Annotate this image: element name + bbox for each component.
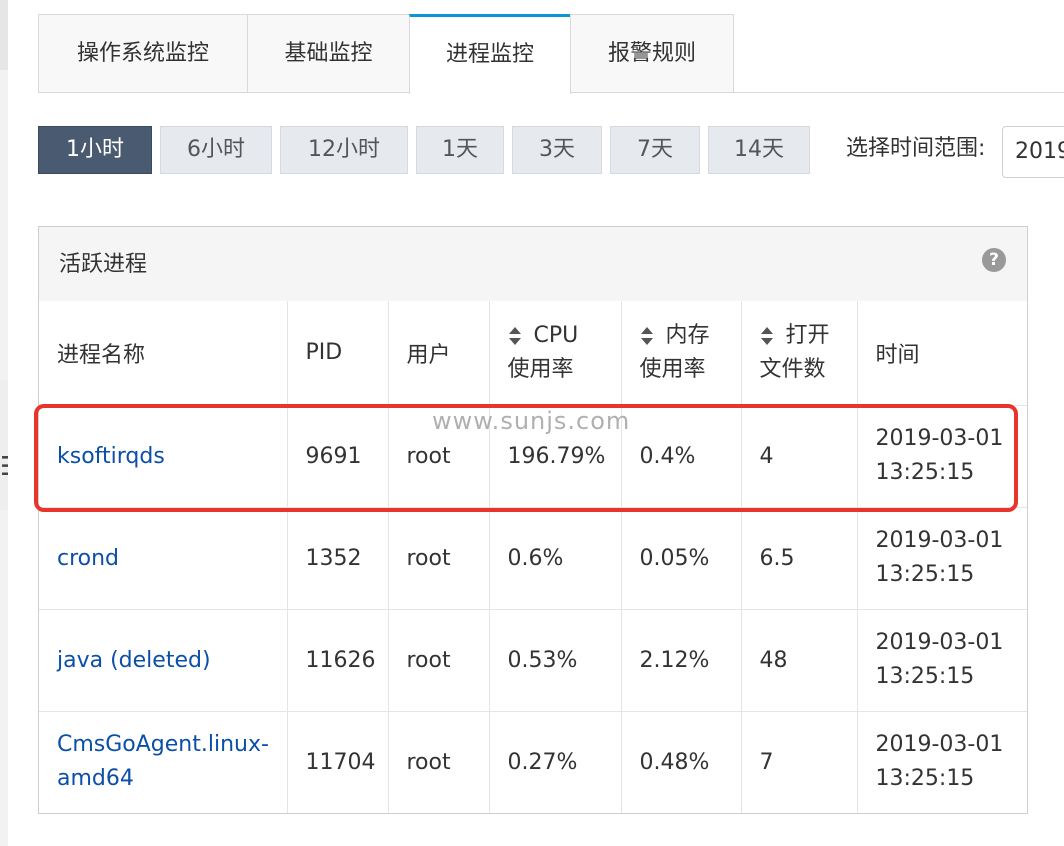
column-header-pid-label: PID	[305, 340, 343, 366]
process-date: 2019-03-01	[875, 630, 1004, 655]
process-cpu: 0.6%	[489, 507, 622, 610]
sort-icon[interactable]	[508, 326, 522, 346]
process-memory: 0.48%	[621, 711, 742, 813]
column-header-open-files-label: 打开	[785, 322, 830, 348]
process-clock: 13:25:15	[875, 766, 975, 792]
column-header-cpu-label-2: 使用率	[507, 356, 574, 382]
column-header-open-files-label-2: 文件数	[759, 356, 826, 382]
column-header-pid: PID	[287, 301, 389, 406]
time-button-14d[interactable]: 14天	[708, 126, 810, 174]
panel-title: 活跃进程	[59, 252, 148, 277]
column-header-name: 进程名称	[39, 301, 288, 406]
column-header-memory-label: 内存	[665, 322, 710, 348]
process-open-files: 48	[741, 609, 858, 712]
time-button-7d[interactable]: 7天	[610, 126, 700, 174]
process-date: 2019-03-01	[875, 732, 1004, 758]
sidebar-edge-block	[0, 0, 8, 70]
process-pid: 1352	[287, 507, 389, 610]
column-header-memory-label-2: 使用率	[639, 356, 706, 382]
watermark: www.sunjs.com	[432, 407, 631, 435]
process-pid: 11626	[287, 609, 389, 712]
time-button-3d[interactable]: 3天	[512, 126, 602, 174]
time-range-label: 选择时间范围:	[846, 136, 986, 161]
process-date: 2019-03-01	[875, 528, 1004, 553]
sort-icon[interactable]	[640, 326, 654, 346]
column-header-time-label: 时间	[875, 342, 920, 368]
process-user: root	[388, 609, 490, 712]
table-row: crond 1352 root 0.6% 0.05% 6.5 2019-03-0…	[39, 507, 1027, 610]
table-row: CmsGoAgent.linux-amd64 11704 root 0.27% …	[39, 711, 1027, 813]
sort-icon[interactable]	[760, 326, 774, 346]
process-memory: 2.12%	[621, 609, 742, 712]
process-pid: 11704	[287, 711, 389, 813]
time-button-1d[interactable]: 1天	[416, 126, 504, 174]
process-open-files: 6.5	[741, 507, 858, 610]
process-name-link[interactable]: CmsGoAgent.linux-amd64	[57, 732, 269, 791]
active-process-panel: 活跃进程 ? 进程名称 PID 用户 CPU 使用率 内存 使用率 打开 文件数…	[38, 226, 1028, 814]
process-table: 进程名称 PID 用户 CPU 使用率 内存 使用率 打开 文件数 时间 kso…	[39, 301, 1027, 813]
process-cpu: 0.53%	[489, 609, 622, 712]
process-memory: 0.05%	[621, 507, 742, 610]
sidebar-edge-block	[0, 380, 8, 510]
column-header-user: 用户	[388, 301, 490, 406]
column-header-memory[interactable]: 内存 使用率	[621, 301, 742, 406]
table-header-row: 进程名称 PID 用户 CPU 使用率 内存 使用率 打开 文件数 时间	[39, 301, 1027, 406]
column-header-user-label: 用户	[406, 342, 451, 368]
help-icon[interactable]: ?	[982, 248, 1006, 272]
column-header-cpu-label: CPU	[533, 322, 579, 348]
panel-header: 活跃进程 ?	[39, 227, 1027, 301]
menu-icon[interactable]: ☰	[0, 452, 8, 482]
tab-os-monitor[interactable]: 操作系统监控	[38, 14, 248, 92]
process-clock: 13:25:15	[875, 664, 975, 689]
process-user: root	[388, 711, 490, 813]
column-header-time: 时间	[857, 301, 1027, 406]
left-sidebar-edge	[0, 0, 8, 846]
process-time: 2019-03-01 13:25:15	[857, 711, 1027, 813]
table-row: java (deleted) 11626 root 0.53% 2.12% 48…	[39, 609, 1027, 712]
process-user: root	[388, 507, 490, 610]
process-time: 2019-03-01 13:25:15	[857, 507, 1027, 610]
column-header-name-label: 进程名称	[57, 342, 146, 368]
process-cpu: 0.27%	[489, 711, 622, 813]
tab-process-monitor[interactable]: 进程监控	[409, 14, 571, 94]
column-header-open-files[interactable]: 打开 文件数	[741, 301, 858, 406]
time-button-1h[interactable]: 1小时	[38, 126, 152, 174]
time-button-6h[interactable]: 6小时	[160, 126, 272, 174]
process-time: 2019-03-01 13:25:15	[857, 609, 1027, 712]
process-clock: 13:25:15	[875, 562, 975, 587]
process-open-files: 7	[741, 711, 858, 813]
column-header-cpu[interactable]: CPU 使用率	[489, 301, 622, 406]
tab-alarm-rules[interactable]: 报警规则	[570, 14, 734, 92]
process-name-link[interactable]: crond	[57, 546, 119, 571]
time-button-12h[interactable]: 12小时	[280, 126, 408, 174]
time-range-input[interactable]: 2019	[1002, 126, 1064, 178]
tab-basic-monitor[interactable]: 基础监控	[247, 14, 410, 92]
process-name-link[interactable]: java (deleted)	[57, 648, 211, 673]
